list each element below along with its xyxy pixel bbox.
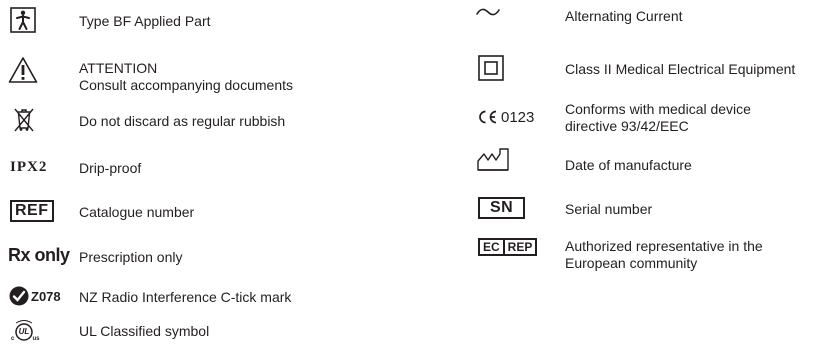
c-tick-description: NZ Radio Interference C-tick mark	[79, 289, 292, 305]
ipx2-label: IPX2	[10, 158, 48, 175]
date-of-manufacture-icon	[477, 147, 509, 171]
drip-proof-description: Drip-proof	[79, 160, 142, 176]
serial-number-description: Serial number	[565, 201, 653, 217]
ce-mark-symbol: 0123	[477, 106, 534, 128]
c-tick-code: Z078	[31, 288, 61, 304]
c-tick-icon	[9, 286, 29, 306]
ec-rep-symbol: EC REP	[478, 236, 538, 258]
ce-description: Conforms with medical device	[565, 101, 751, 117]
svg-text:c: c	[11, 336, 15, 342]
ul-mark-label: UL	[18, 327, 30, 336]
class-ii-icon	[478, 55, 504, 81]
class-ii-description: Class II Medical Electrical Equipment	[565, 61, 796, 77]
rx-only-label: Rx only	[8, 244, 70, 265]
attention-warning-icon	[8, 56, 38, 84]
prescription-only-description: Prescription only	[79, 249, 183, 265]
weee-description: Do not discard as regular rubbish	[79, 113, 286, 129]
ce-mark-icon	[479, 110, 497, 124]
c-tick-symbol: Z078	[9, 284, 61, 308]
alternating-current-icon	[475, 4, 501, 20]
attention-description: Consult accompanying documents	[79, 77, 294, 93]
ec-label: EC	[483, 240, 500, 254]
rep-label: REP	[502, 240, 536, 254]
type-bf-description: Type BF Applied Part	[79, 13, 211, 29]
date-of-manufacture-description: Date of manufacture	[565, 157, 692, 173]
type-bf-applied-part-icon	[10, 7, 36, 33]
ul-classified-icon: c us UL	[8, 318, 40, 344]
alternating-current-description: Alternating Current	[565, 8, 683, 24]
ref-symbol: REF	[10, 200, 54, 222]
ec-rep-description-line2: European community	[565, 255, 698, 271]
sn-label: SN	[478, 197, 526, 219]
notified-body-number: 0123	[501, 108, 535, 126]
ref-label: REF	[10, 200, 54, 222]
serial-number-symbol: SN	[478, 197, 526, 219]
svg-text:us: us	[33, 336, 41, 342]
ce-directive: directive 93/42/EEC	[565, 118, 689, 134]
crossed-out-bin-icon	[13, 107, 35, 133]
rx-only-symbol: Rx only	[8, 244, 70, 266]
ul-description: UL Classified symbol	[79, 323, 210, 339]
ipx2-rating: IPX2	[10, 157, 56, 177]
catalogue-number-description: Catalogue number	[79, 204, 195, 220]
ec-rep-description: Authorized representative in the	[565, 238, 763, 254]
attention-title: ATTENTION	[79, 60, 158, 76]
ec-rep-box: EC REP	[478, 238, 538, 256]
